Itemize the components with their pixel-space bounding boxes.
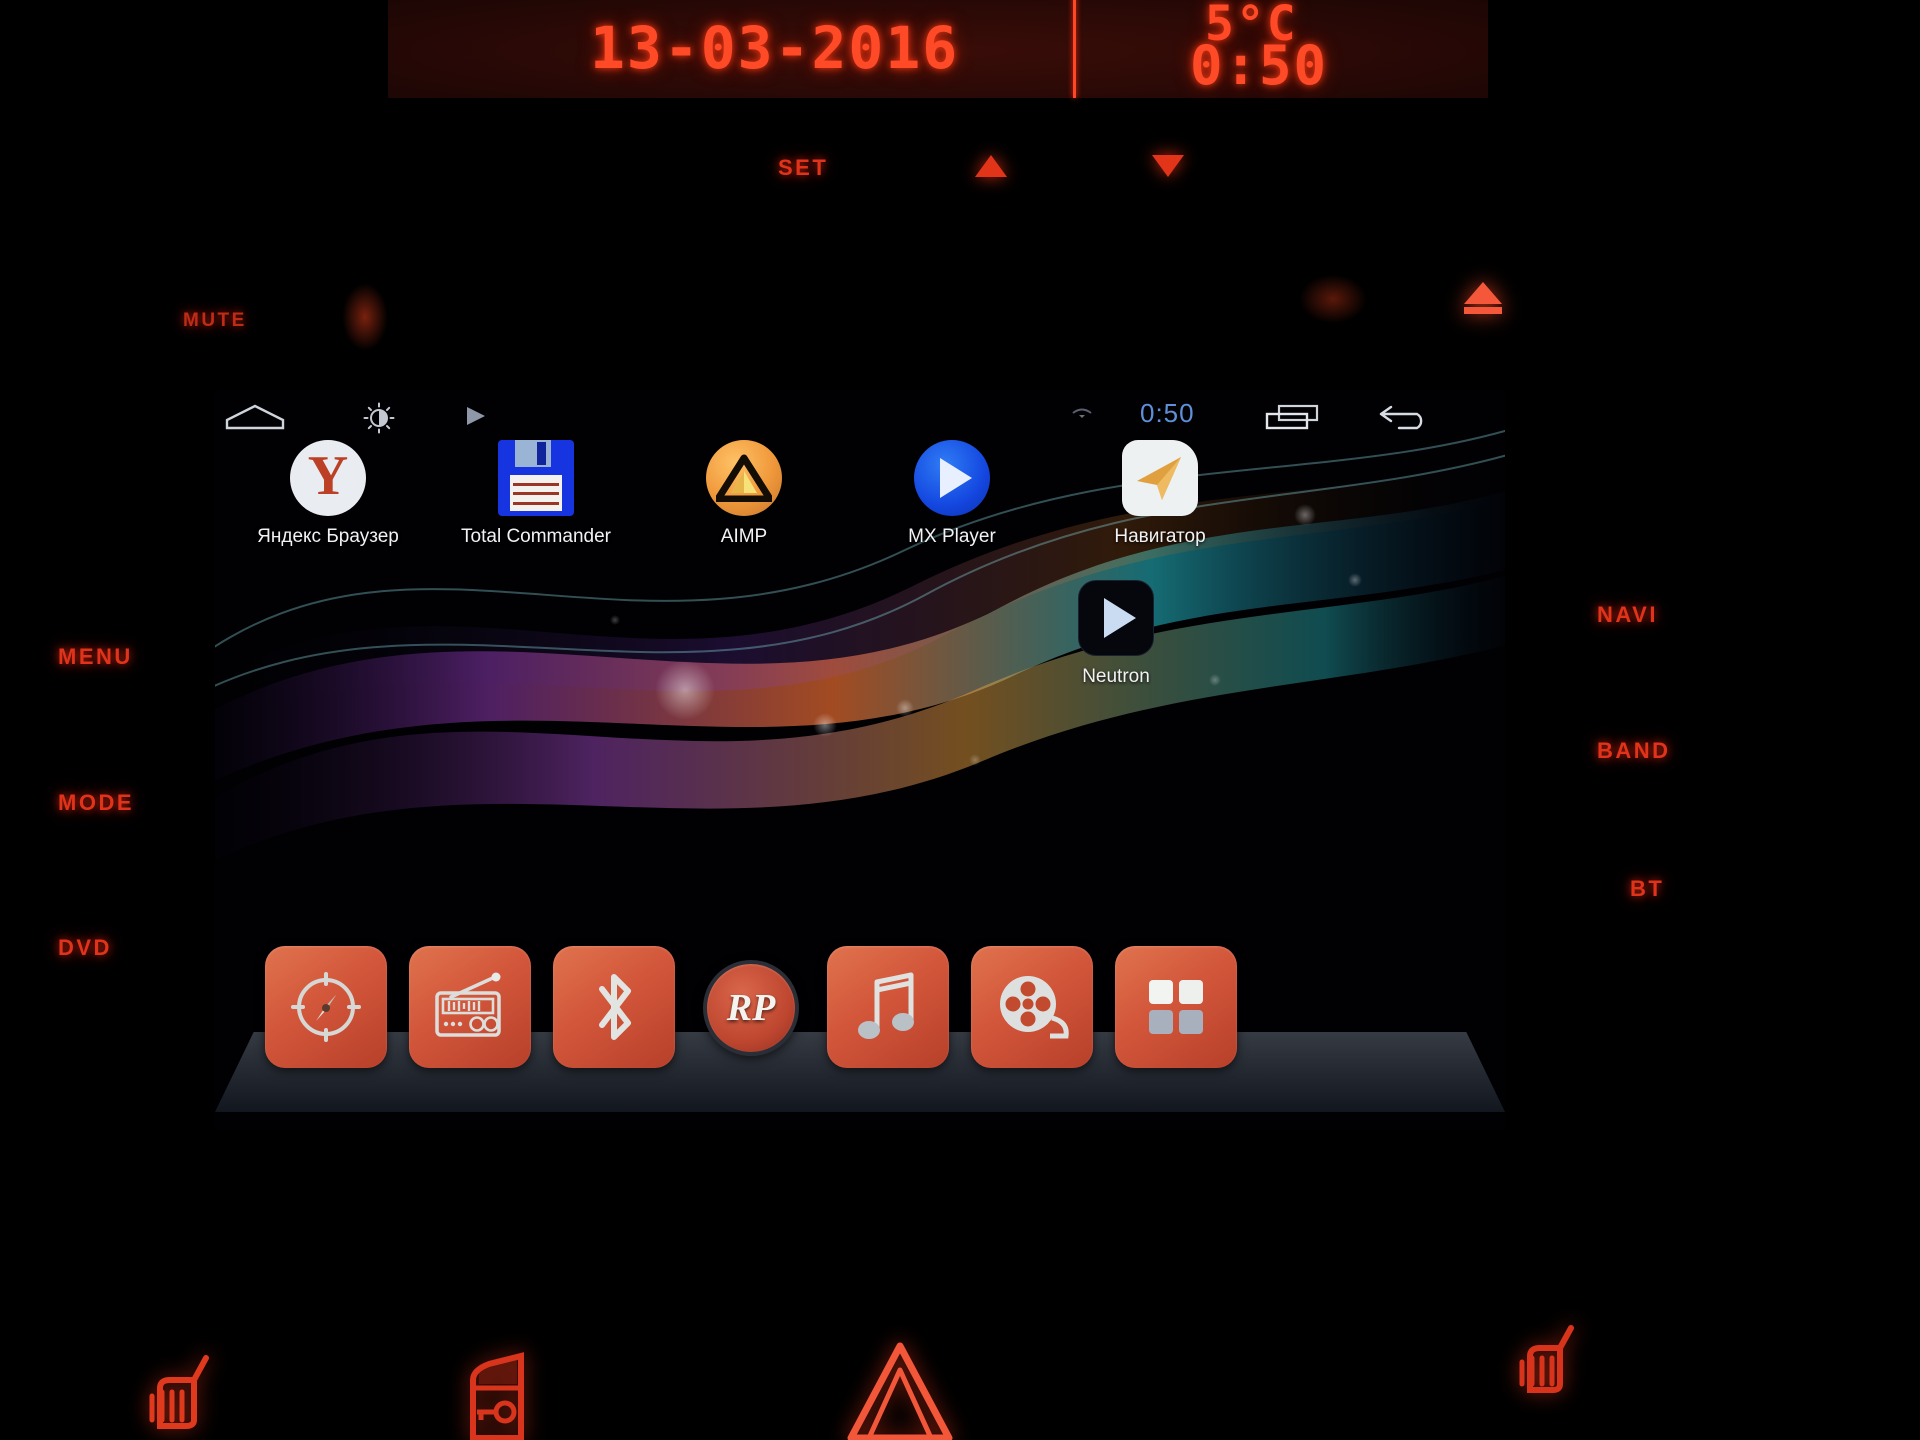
mute-button[interactable]: MUTE bbox=[183, 310, 247, 332]
wifi-icon bbox=[1070, 406, 1094, 431]
play-icon[interactable] bbox=[463, 404, 489, 433]
mode-button[interactable]: MODE bbox=[58, 790, 134, 816]
back-icon[interactable] bbox=[1375, 404, 1431, 437]
home-icon[interactable] bbox=[223, 402, 287, 437]
app-label: Яндекс Браузер bbox=[257, 526, 399, 547]
floppy-label bbox=[510, 474, 562, 512]
recents-icon[interactable] bbox=[1263, 402, 1323, 437]
total-commander-icon bbox=[498, 440, 574, 516]
radio-icon bbox=[435, 972, 501, 1037]
music-note-icon bbox=[858, 972, 914, 1039]
brightness-icon[interactable] bbox=[363, 402, 395, 439]
app-neutron[interactable]: Neutron bbox=[1051, 580, 1181, 688]
menu-button[interactable]: MENU bbox=[58, 644, 133, 670]
triangle-up-icon[interactable] bbox=[975, 155, 1007, 177]
app-aimp[interactable]: AIMP bbox=[679, 440, 809, 548]
neutron-icon bbox=[1078, 580, 1154, 656]
play-triangle bbox=[939, 458, 972, 498]
bluetooth-icon bbox=[599, 974, 631, 1040]
dock: RP bbox=[215, 940, 1505, 1130]
eject-triangle bbox=[1464, 282, 1502, 304]
dvd-button[interactable]: DVD bbox=[58, 935, 112, 961]
yandex-browser-icon: Y bbox=[290, 440, 366, 516]
triangle-down-icon[interactable] bbox=[1152, 155, 1184, 177]
dock-row: RP bbox=[265, 946, 1237, 1068]
app-row-2: Neutron bbox=[1051, 580, 1181, 688]
status-bar-clock: 0:50 bbox=[1140, 398, 1195, 428]
led-clock: 0:50 bbox=[1190, 34, 1329, 97]
door-key-icon bbox=[455, 1350, 555, 1440]
eject-bar bbox=[1464, 307, 1502, 314]
dock-radio-button[interactable] bbox=[409, 946, 531, 1068]
panel-glow-left bbox=[342, 283, 388, 351]
app-total-commander[interactable]: Total Commander bbox=[461, 440, 611, 548]
dock-app-drawer-button[interactable]: RP bbox=[703, 960, 799, 1056]
dock-bluetooth-button[interactable] bbox=[553, 946, 675, 1068]
navi-button[interactable]: NAVI bbox=[1597, 602, 1658, 628]
app-label: Total Commander bbox=[461, 526, 611, 547]
app-row-1: Y Яндекс Браузер Total Commander AIMP MX… bbox=[257, 440, 1225, 548]
heated-seat-icon bbox=[140, 1348, 230, 1440]
app-label: Neutron bbox=[1082, 666, 1150, 687]
app-navigator[interactable]: Навигатор bbox=[1095, 440, 1225, 548]
compass-icon bbox=[291, 972, 361, 1042]
app-label: AIMP bbox=[720, 526, 768, 547]
hazard-triangle-icon bbox=[845, 1342, 955, 1440]
mx-player-icon bbox=[914, 440, 990, 516]
yandex-glyph: Y bbox=[307, 445, 349, 507]
play-triangle bbox=[1103, 598, 1136, 638]
android-head-unit-screen: 0:50 Y Яндекс Браузер Total Commander AI… bbox=[215, 390, 1505, 1130]
band-button[interactable]: BAND bbox=[1597, 738, 1671, 764]
bt-button[interactable]: BT bbox=[1630, 876, 1664, 902]
panel-glow-right bbox=[1300, 275, 1366, 323]
app-mx-player[interactable]: MX Player bbox=[887, 440, 1017, 548]
navigator-icon bbox=[1122, 440, 1198, 516]
film-reel-icon bbox=[1000, 976, 1069, 1039]
status-bar: 0:50 bbox=[215, 390, 1505, 438]
set-button[interactable]: SET bbox=[778, 155, 828, 181]
led-date: 13-03-2016 bbox=[590, 14, 960, 82]
led-display-divider bbox=[1073, 0, 1076, 98]
app-yandex-browser[interactable]: Y Яндекс Браузер bbox=[257, 440, 399, 548]
aimp-icon bbox=[706, 440, 782, 516]
dock-video-button[interactable] bbox=[971, 946, 1093, 1068]
apps-grid-icon bbox=[1149, 980, 1203, 1034]
heated-seat-icon bbox=[1508, 1320, 1588, 1411]
rp-launcher-icon: RP bbox=[726, 987, 776, 1029]
app-label: MX Player bbox=[908, 526, 996, 547]
app-label: Навигатор bbox=[1114, 526, 1206, 547]
eject-icon[interactable] bbox=[1464, 282, 1502, 316]
dock-music-button[interactable] bbox=[827, 946, 949, 1068]
floppy-shutter bbox=[514, 440, 552, 468]
dock-navigation-button[interactable] bbox=[265, 946, 387, 1068]
dock-apps-button[interactable] bbox=[1115, 946, 1237, 1068]
